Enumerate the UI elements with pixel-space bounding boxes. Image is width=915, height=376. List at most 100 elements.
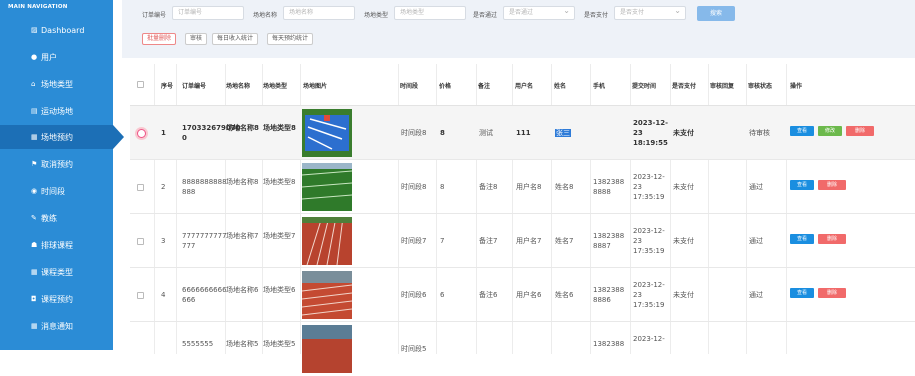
view-button[interactable]: 查看	[790, 288, 814, 298]
col-index[interactable]: 序号	[161, 64, 173, 106]
table-row[interactable]: 4 6666666666 666 场地名称6 场地类型6 时间段6 6 备注6 …	[130, 268, 915, 322]
type-label: 场地类型	[364, 12, 389, 19]
table-row[interactable]: 5555555 场地名称5 场地类型5 时间段5 1382388 2023-12…	[130, 322, 915, 376]
sidebar-item-course-types[interactable]: ▦ 课程类型	[0, 260, 113, 284]
col-note[interactable]: 备注	[478, 64, 490, 106]
row-username: 用户名8	[516, 183, 542, 191]
col-price[interactable]: 价格	[439, 64, 451, 106]
daily-income-button[interactable]: 每日收入统计	[212, 33, 259, 45]
row-price: 7	[440, 237, 445, 245]
sidebar-item-venue-types[interactable]: ⌂ 场地类型	[0, 72, 113, 96]
row-checkbox[interactable]	[137, 129, 146, 138]
row-status: 通过	[749, 291, 763, 299]
col-username[interactable]: 用户名	[515, 64, 533, 106]
row-paid: 未支付	[673, 237, 694, 245]
row-index: 2	[161, 183, 166, 191]
row-price: 8	[440, 129, 445, 137]
filter-bar: 订单编号 订单编号 场地名称 场地名称 场地类型 场地类型 是否通过 是否通过 …	[122, 0, 915, 58]
pass-select[interactable]: 是否通过	[503, 5, 575, 20]
row-note: 备注7	[479, 237, 498, 245]
row-submitted: 2023-12-	[633, 335, 665, 343]
col-name[interactable]: 姓名	[554, 64, 566, 106]
delete-button[interactable]: 删除	[818, 288, 846, 298]
col-reply[interactable]: 审核回复	[710, 64, 734, 106]
row-status: 通过	[749, 183, 763, 191]
daily-booking-button[interactable]: 每天预约统计	[267, 33, 314, 45]
col-paid[interactable]: 是否支付	[672, 64, 696, 106]
row-note: 备注6	[479, 291, 498, 299]
select-all-checkbox[interactable]	[137, 81, 144, 88]
delete-button[interactable]: 删除	[818, 180, 846, 190]
table-row[interactable]: 1 170332679070 0 场地名称8 场地类型8 时间段8 8 测试 1…	[130, 106, 915, 160]
row-note: 测试	[479, 129, 493, 137]
row-phone: 1382388 8888	[593, 178, 625, 196]
paid-select[interactable]: 是否支付	[614, 5, 686, 20]
col-time[interactable]: 时间段	[400, 64, 418, 106]
grid-icon: ▦	[31, 321, 38, 330]
col-phone[interactable]: 手机	[593, 64, 605, 106]
row-index: 1	[161, 129, 166, 137]
row-paid: 未支付	[673, 129, 694, 137]
col-submitted[interactable]: 提交时间	[632, 64, 656, 106]
sidebar-item-course-booking[interactable]: ◘ 课程预约	[0, 287, 113, 311]
sidebar-item-dashboard[interactable]: ▨ Dashboard	[0, 18, 113, 42]
grid-icon: ▦	[31, 132, 38, 141]
row-venue: 场地名称6	[226, 286, 259, 294]
flag-icon: ⚑	[31, 159, 38, 168]
batch-delete-button[interactable]: 批量删除	[142, 33, 177, 45]
col-venue[interactable]: 场地名称	[226, 64, 250, 106]
view-button[interactable]: 查看	[790, 126, 814, 136]
sidebar-item-courses[interactable]: ☗ 排球课程	[0, 233, 113, 257]
col-order[interactable]: 订单编号	[182, 64, 206, 106]
sidebar-item-coaches[interactable]: ✎ 教练	[0, 206, 113, 230]
sidebar-item-users[interactable]: ● 用户	[0, 45, 113, 69]
row-order: 6666666666 666	[182, 286, 227, 304]
row-submitted: 2023-12-23 17:35:19	[633, 227, 665, 255]
review-button[interactable]: 审核	[185, 33, 208, 45]
row-submitted: 2023-12-23 17:35:19	[633, 173, 665, 201]
home-icon: ⌂	[31, 79, 36, 88]
row-username: 用户名7	[516, 237, 542, 245]
row-status: 通过	[749, 237, 763, 245]
dashboard-icon: ▨	[31, 25, 38, 34]
row-name: 姓名7	[555, 237, 574, 245]
table-row[interactable]: 3 7777777777 777 场地名称7 场地类型7 时间段7 7 备注7 …	[130, 214, 915, 268]
sidebar-title: MAIN NAVIGATION	[8, 4, 68, 10]
row-index: 3	[161, 237, 166, 245]
venue-image	[301, 163, 353, 211]
row-name: 张三	[555, 129, 571, 137]
sidebar-item-venue-booking[interactable]: ▦ 场地预约	[0, 125, 113, 149]
view-button[interactable]: 查看	[790, 234, 814, 244]
row-phone: 1382388	[593, 340, 625, 348]
sidebar-item-cancel-booking[interactable]: ⚑ 取消预约	[0, 152, 113, 176]
venue-input[interactable]: 场地名称	[283, 6, 355, 20]
order-label: 订单编号	[142, 12, 167, 19]
edit-button[interactable]: 修改	[818, 126, 842, 136]
row-checkbox[interactable]	[137, 184, 144, 191]
row-checkbox[interactable]	[137, 292, 144, 299]
delete-button[interactable]: 删除	[818, 234, 846, 244]
search-button[interactable]: 搜索	[697, 6, 735, 21]
row-price: 6	[440, 291, 445, 299]
sidebar-item-notifications[interactable]: ▦ 消息通知	[0, 314, 113, 338]
type-input[interactable]: 场地类型	[394, 6, 466, 20]
row-time: 时间段8	[401, 129, 427, 137]
sidebar-item-time-slots[interactable]: ◉ 时间段	[0, 179, 113, 203]
view-button[interactable]: 查看	[790, 180, 814, 190]
row-price: 8	[440, 183, 445, 191]
order-input[interactable]: 订单编号	[172, 6, 244, 20]
row-time: 时间段6	[401, 291, 427, 299]
row-status: 待审核	[749, 129, 770, 137]
row-phone: 1382388 8887	[593, 232, 625, 250]
col-image: 场地图片	[303, 82, 328, 90]
col-type[interactable]: 场地类型	[263, 64, 287, 106]
row-venue: 场地名称8	[226, 178, 259, 186]
row-name: 姓名8	[555, 183, 574, 191]
list-icon: ▤	[31, 106, 38, 115]
col-status[interactable]: 审核状态	[748, 64, 772, 106]
delete-button[interactable]: 删除	[846, 126, 874, 136]
table-row[interactable]: 2 8888888888 888 场地名称8 场地类型8 时间段8 8 备注8 …	[130, 160, 915, 214]
row-time: 时间段7	[401, 237, 427, 245]
row-checkbox[interactable]	[137, 238, 144, 245]
sidebar-item-sports-venues[interactable]: ▤ 运动场地	[0, 99, 113, 123]
